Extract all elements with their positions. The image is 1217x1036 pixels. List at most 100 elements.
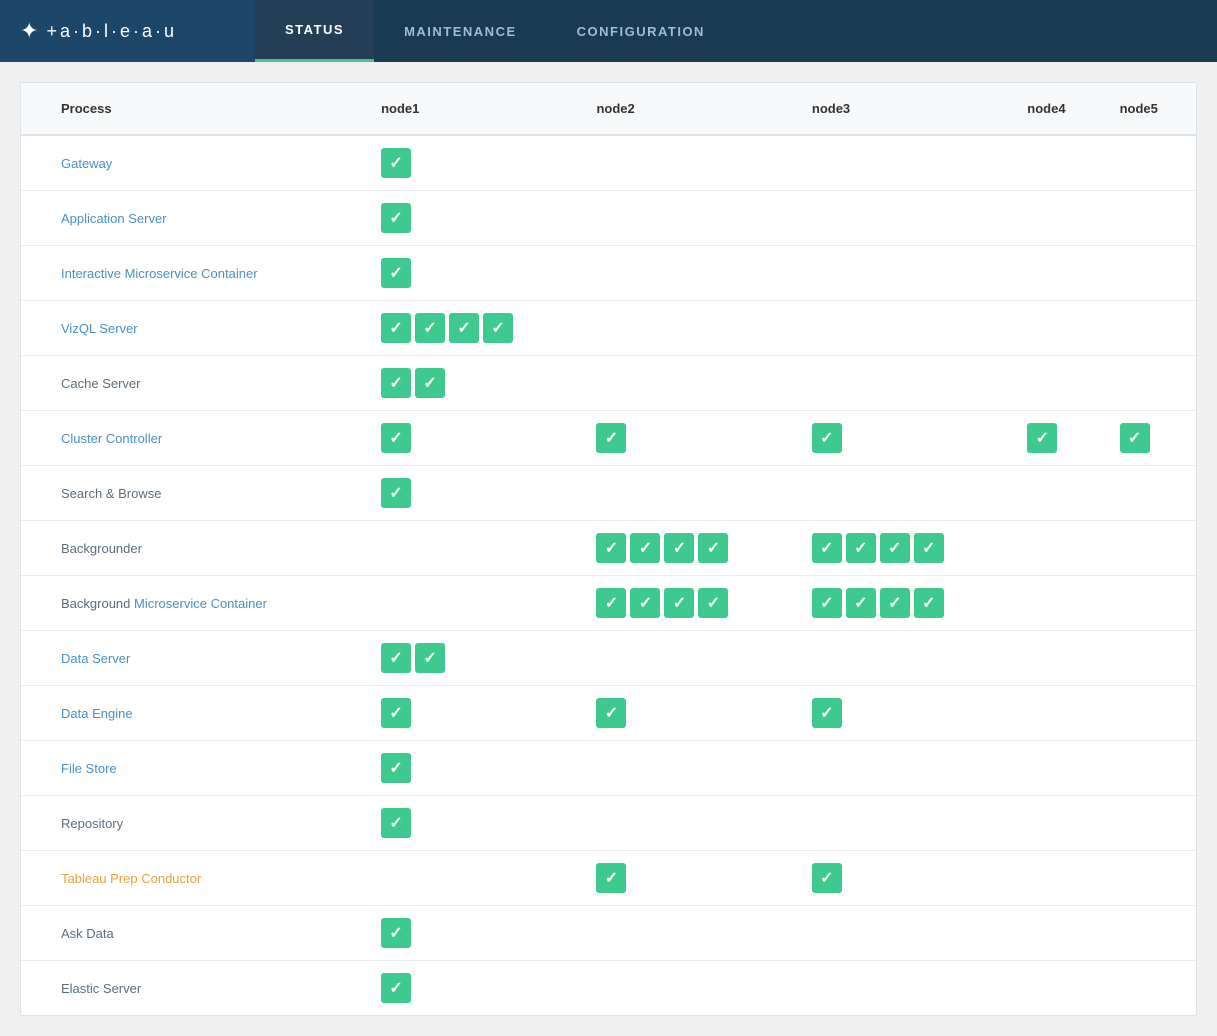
process-name-cell: VizQL Server xyxy=(21,301,365,356)
col-node3: node3 xyxy=(796,83,1011,135)
cell-node5 xyxy=(1104,686,1196,741)
check-badge xyxy=(381,698,411,728)
check-badge xyxy=(812,698,842,728)
check-badges xyxy=(596,423,779,453)
cell-node1 xyxy=(365,246,580,301)
check-badge xyxy=(596,588,626,618)
cell-node3 xyxy=(796,686,1011,741)
process-name-cell: Ask Data xyxy=(21,906,365,961)
check-badges xyxy=(381,313,564,343)
process-name: Search & Browse xyxy=(61,486,161,501)
check-badge xyxy=(664,533,694,563)
col-node4: node4 xyxy=(1011,83,1103,135)
process-name: Backgrounder xyxy=(61,541,142,556)
cell-node2 xyxy=(580,631,795,686)
cell-node2 xyxy=(580,301,795,356)
nav-maintenance[interactable]: MAINTENANCE xyxy=(374,0,547,62)
process-name: Cluster Controller xyxy=(61,431,162,446)
table-row: Backgrounder xyxy=(21,521,1196,576)
check-badge xyxy=(381,643,411,673)
check-badge xyxy=(630,533,660,563)
check-badge xyxy=(381,368,411,398)
cell-node5 xyxy=(1104,135,1196,191)
cell-node4 xyxy=(1011,301,1103,356)
table-row: Background Microservice Container xyxy=(21,576,1196,631)
table-row: Data Server xyxy=(21,631,1196,686)
table-row: Data Engine xyxy=(21,686,1196,741)
cell-node4 xyxy=(1011,961,1103,1016)
cell-node2 xyxy=(580,906,795,961)
status-table: Process node1 node2 node3 node4 node5 Ga… xyxy=(21,83,1196,1015)
cell-node2 xyxy=(580,961,795,1016)
cell-node4 xyxy=(1011,521,1103,576)
cell-node3 xyxy=(796,466,1011,521)
check-badge xyxy=(381,423,411,453)
cell-node1 xyxy=(365,686,580,741)
check-badge xyxy=(381,313,411,343)
check-badges xyxy=(596,698,779,728)
table-row: Cache Server xyxy=(21,356,1196,411)
cell-node1 xyxy=(365,191,580,246)
process-name: Ask Data xyxy=(61,926,114,941)
check-badges xyxy=(812,533,995,563)
check-badge xyxy=(415,368,445,398)
cell-node3 xyxy=(796,521,1011,576)
check-badge xyxy=(381,148,411,178)
cell-node2 xyxy=(580,466,795,521)
check-badge xyxy=(630,588,660,618)
cell-node3 xyxy=(796,741,1011,796)
check-badge xyxy=(415,643,445,673)
check-badge xyxy=(381,478,411,508)
process-name: Elastic Server xyxy=(61,981,141,996)
cell-node4 xyxy=(1011,631,1103,686)
main-nav: STATUS MAINTENANCE CONFIGURATION xyxy=(255,0,735,62)
cell-node5 xyxy=(1104,851,1196,906)
process-name: Tableau Prep Conductor xyxy=(61,871,201,886)
logo-area: ✦ +a·b·l·e·a·u xyxy=(0,0,255,62)
table-row: Ask Data xyxy=(21,906,1196,961)
cell-node3 xyxy=(796,135,1011,191)
cell-node1 xyxy=(365,576,580,631)
process-name-cell: Background Microservice Container xyxy=(21,576,365,631)
cell-node4 xyxy=(1011,246,1103,301)
cell-node3 xyxy=(796,906,1011,961)
check-badge xyxy=(381,753,411,783)
cell-node1 xyxy=(365,906,580,961)
process-name-highlight: Microservice Container xyxy=(134,596,267,611)
cell-node3 xyxy=(796,961,1011,1016)
cell-node2 xyxy=(580,851,795,906)
process-name: Background xyxy=(61,596,134,611)
process-name-cell: Elastic Server xyxy=(21,961,365,1016)
check-badge xyxy=(596,423,626,453)
cell-node2 xyxy=(580,411,795,466)
cell-node5 xyxy=(1104,631,1196,686)
process-name-cell: Data Engine xyxy=(21,686,365,741)
nav-configuration[interactable]: CONFIGURATION xyxy=(547,0,735,62)
cell-node5 xyxy=(1104,466,1196,521)
cell-node3 xyxy=(796,631,1011,686)
cell-node4 xyxy=(1011,851,1103,906)
check-badges xyxy=(381,643,564,673)
table-row: Cluster Controller xyxy=(21,411,1196,466)
check-badge xyxy=(664,588,694,618)
check-badges xyxy=(1120,423,1180,453)
check-badges xyxy=(381,423,564,453)
cell-node1 xyxy=(365,741,580,796)
check-badge xyxy=(812,863,842,893)
cell-node5 xyxy=(1104,796,1196,851)
check-badges xyxy=(381,478,564,508)
cell-node3 xyxy=(796,851,1011,906)
process-name-cell: Repository xyxy=(21,796,365,851)
check-badge xyxy=(812,533,842,563)
cell-node5 xyxy=(1104,411,1196,466)
check-badge xyxy=(381,808,411,838)
nav-status[interactable]: STATUS xyxy=(255,0,374,62)
process-name-cell: Backgrounder xyxy=(21,521,365,576)
cell-node1 xyxy=(365,466,580,521)
cell-node1 xyxy=(365,631,580,686)
process-name: VizQL Server xyxy=(61,321,138,336)
cell-node4 xyxy=(1011,411,1103,466)
col-node2: node2 xyxy=(580,83,795,135)
check-badges xyxy=(381,368,564,398)
cell-node5 xyxy=(1104,246,1196,301)
